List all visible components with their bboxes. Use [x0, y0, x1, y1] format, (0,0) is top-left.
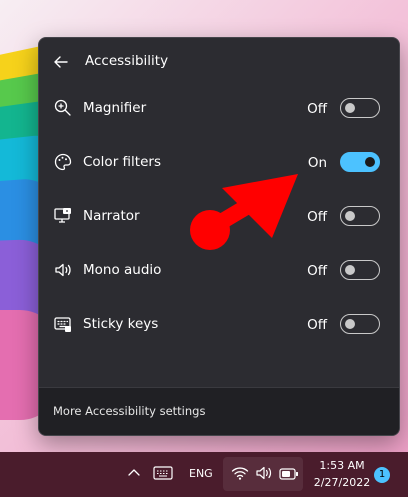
narrator-icon [53, 206, 73, 226]
battery-icon [279, 466, 299, 480]
toggle-knob [345, 211, 355, 221]
back-arrow-icon[interactable] [51, 52, 71, 72]
setting-row-sticky-keys[interactable]: Sticky keys Off [39, 302, 399, 348]
clock-date[interactable]: 2/27/2022 [310, 476, 374, 489]
toggle-knob [345, 103, 355, 113]
toggle-knob [345, 265, 355, 275]
wifi-icon [231, 465, 249, 481]
setting-state: Off [307, 209, 327, 225]
setting-state: Off [307, 317, 327, 333]
magnifier-icon [53, 98, 73, 118]
taskbar: ENG 1:53 AM 2/27/2022 1 [0, 452, 408, 497]
toggle-knob [345, 319, 355, 329]
notification-badge[interactable]: 1 [374, 467, 390, 483]
panel-footer: More Accessibility settings [39, 387, 399, 435]
setting-row-magnifier[interactable]: Magnifier Off [39, 86, 399, 132]
setting-label: Color filters [83, 154, 161, 170]
toggle-knob [365, 157, 375, 167]
setting-row-narrator[interactable]: Narrator Off [39, 194, 399, 240]
panel-header: Accessibility [39, 38, 399, 86]
setting-label: Mono audio [83, 262, 162, 278]
setting-label: Narrator [83, 208, 140, 224]
accessibility-panel: Accessibility Magnifier Off Color filter… [38, 37, 400, 436]
clock-time[interactable]: 1:53 AM [312, 459, 372, 472]
setting-label: Magnifier [83, 100, 147, 116]
volume-icon [255, 465, 273, 481]
narrator-toggle[interactable] [340, 206, 380, 226]
setting-state: On [307, 155, 327, 171]
setting-row-color-filters[interactable]: Color filters On [39, 140, 399, 186]
magnifier-toggle[interactable] [340, 98, 380, 118]
setting-state: Off [307, 101, 327, 117]
panel-title: Accessibility [85, 53, 169, 69]
chevron-up-icon[interactable] [126, 465, 142, 481]
mono-audio-icon [53, 260, 73, 280]
more-accessibility-settings-link[interactable]: More Accessibility settings [53, 404, 205, 418]
keyboard-icon[interactable] [153, 465, 173, 481]
sticky-keys-icon [53, 314, 73, 334]
language-indicator[interactable]: ENG [189, 467, 213, 480]
color-filters-icon [53, 152, 73, 172]
color-filters-toggle[interactable] [340, 152, 380, 172]
sticky-keys-toggle[interactable] [340, 314, 380, 334]
setting-state: Off [307, 263, 327, 279]
setting-label: Sticky keys [83, 316, 159, 332]
setting-row-mono-audio[interactable]: Mono audio Off [39, 248, 399, 294]
mono-audio-toggle[interactable] [340, 260, 380, 280]
